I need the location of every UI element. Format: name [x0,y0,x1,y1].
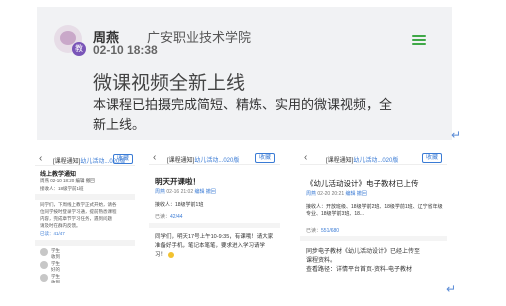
read-count[interactable]: 已读：41/47 [40,231,130,237]
divider [35,194,135,200]
divider [149,223,280,228]
divider [300,236,447,241]
notice-title: 明天开课啦！ [155,177,200,186]
divider [35,240,135,246]
notice-body-line: 查看路径：详情平台首页-资料-电子教材 [306,267,412,273]
notice-meta: 周燕 02-16 21:02 编辑 撤回 [155,188,216,195]
collect-button[interactable]: 收藏 [255,153,276,163]
notice-body-line: 位同学按时登录学习通，提前熟悉课程 [40,209,117,214]
comment-text: 收到 [51,280,60,283]
nav-bar: ‹ [课程通知]幼儿活动...020版 收藏 [35,153,135,166]
notice-body-line: 课程资料。 [306,258,337,264]
notice-recipients: 接收人：18级学前1班 [155,202,204,208]
notice-author[interactable]: 周燕 [306,191,316,197]
notice-body-line: 同学们，下周线上教学正式开始，请各 [40,202,117,207]
edit-link[interactable]: 编辑 [195,189,205,195]
school-name: 广安职业技术学院 [147,30,252,45]
notice-body-line: 内容，完成章节学习任务，遇到问题 [40,216,112,221]
notice-title: 《幼儿活动设计》电子教材已上传 [306,179,419,188]
notice-meta: 周燕 02-10 18:20 编辑 撤回 [40,178,95,183]
smile-emoji-icon [167,251,174,258]
nav-bar: ‹ [课程通知]幼儿活动...020版 收藏 [149,152,280,165]
back-icon[interactable]: ‹ [304,153,307,163]
read-count[interactable]: 已读：551/680 [306,227,339,234]
comment-avatar [40,261,48,269]
post-title: 微课视频全新上线 [93,73,246,94]
edit-link[interactable]: 编辑 [346,191,356,197]
notice-recipients: 接收人：18级学前1班 [40,186,84,191]
recall-link[interactable]: 撤回 [206,189,216,195]
notice-time: 02-16 21:02 [166,189,194,195]
notice-meta: 周燕 02-20 20:21 编辑 撤回 [306,190,367,197]
notice-author[interactable]: 周燕 [155,189,165,195]
recall-link[interactable]: 撤回 [357,191,367,197]
comment-avatar [40,274,48,282]
notice-screenshot-1: ‹ [课程通知]幼儿活动...020版 收藏 线上教学通知 周燕 02-10 1… [35,153,135,283]
notice-title: 线上教学通知 [40,172,77,178]
notice-time: 02-20 20:21 [317,191,345,197]
nav-title: [课程通知]幼儿活动...020版 [167,158,240,164]
nav-bar: ‹ [课程通知]幼儿活动...020版 收藏 [300,152,447,165]
comment-text: 收到 [51,254,60,259]
notice-body-line: 同步电子教材《幼儿活动设计》已经上传至 [306,249,421,255]
post-body: 本课程已拍摄完成简短、精炼、实用的微课视频，全新上线。 [93,97,393,132]
menu-icon[interactable] [412,35,426,45]
collect-button[interactable]: 收藏 [422,153,443,163]
comment-avatar [40,248,48,256]
read-count[interactable]: 已读：42/44 [155,213,183,220]
notice-screenshot-3: ‹ [课程通知]幼儿活动...020版 收藏 《幼儿活动设计》电子教材已上传 周… [300,152,447,287]
return-mark-icon: ↵ [451,128,462,142]
notice-recipients: 接收人：开放班级、18级学前2班、18级学前1班、辽宁省年级专业、18级学前3班… [306,204,443,217]
teacher-badge: 教 [72,42,86,56]
notice-screenshot-2: ‹ [课程通知]幼儿活动...020版 收藏 明天开课啦！ 周燕 02-16 2… [149,152,280,287]
back-icon[interactable]: ‹ [39,154,42,164]
notice-body-line: 请及时在群内反馈。 [40,223,81,228]
comment-text: 好的 [51,267,60,272]
return-mark-icon: ↵ [446,282,457,296]
nav-title: [课程通知]幼儿活动...020版 [326,158,399,164]
post-time: 02-10 18:38 [93,43,158,57]
collect-button[interactable]: 收藏 [113,154,134,164]
notice-body: 同步电子教材《幼儿活动设计》已经上传至 课程资料。 查看路径：详情平台首页-资料… [306,248,444,275]
back-icon[interactable]: ‹ [153,153,156,163]
notice-body: 同学们，明天17号上午10-9:35，有课哦！请大家准备好手机，笔记本笔笔，要求… [155,234,274,258]
